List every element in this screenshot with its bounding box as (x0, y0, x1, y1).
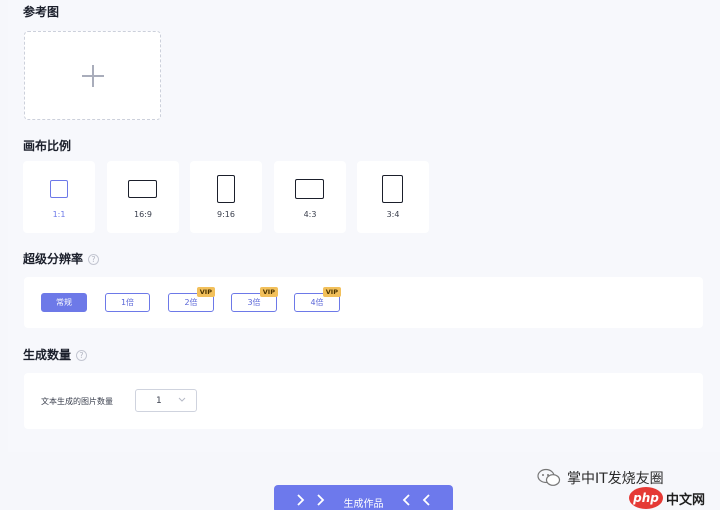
reference-upload-button[interactable] (24, 31, 161, 120)
ratio-label: 4:3 (303, 210, 317, 219)
portrait-icon (217, 175, 235, 203)
watermark-text: 掌中IT发烧友圈 (567, 471, 664, 487)
landscape-icon (295, 179, 324, 199)
ratio-option-4-3[interactable]: 4:3 (274, 161, 346, 233)
vip-badge: VIP (196, 287, 215, 297)
ratio-label: 9:16 (217, 210, 235, 219)
php-mark: php (629, 487, 663, 509)
chevron-left-icon (402, 494, 430, 506)
vip-badge: VIP (259, 287, 278, 297)
ratio-label: 1:1 (52, 210, 66, 219)
resolution-title-text: 超级分辨率 (23, 252, 84, 266)
watermark: 掌中IT发烧友圈 (537, 467, 664, 489)
ratio-title: 画布比例 (23, 139, 72, 153)
resolution-title: 超级分辨率? (23, 250, 100, 267)
count-label: 文本生成的图片数量 (41, 397, 113, 406)
reference-title: 参考图 (23, 5, 60, 19)
resolution-label: 4倍 (310, 298, 324, 307)
count-title: 生成数量? (23, 346, 88, 363)
count-value: 1 (156, 396, 162, 406)
ratio-option-3-4[interactable]: 3:4 (357, 161, 429, 233)
count-panel: 文本生成的图片数量 1 (24, 373, 703, 429)
site-text: 中文网 (666, 492, 706, 508)
generate-button[interactable]: 生成作品 (274, 485, 453, 510)
resolution-label: 1倍 (120, 298, 135, 307)
php-logo: php 中文网 (629, 487, 705, 509)
chevron-down-icon (178, 397, 186, 402)
square-icon (50, 180, 68, 198)
resolution-option-normal[interactable]: 常规 (41, 293, 87, 312)
resolution-label: 2倍 (184, 298, 198, 307)
resolution-label: 常规 (56, 298, 72, 307)
resolution-option-4x[interactable]: 4倍 VIP (294, 287, 341, 312)
ratio-label: 16:9 (134, 210, 152, 219)
question-icon[interactable]: ? (88, 254, 100, 265)
resolution-panel: 常规 1倍 2倍 VIP 3倍 VIP 4倍 VIP (24, 277, 703, 328)
plus-icon (81, 64, 104, 87)
count-select[interactable]: 1 (135, 389, 197, 412)
ratio-option-16-9[interactable]: 16:9 (107, 161, 179, 233)
resolution-option-1x[interactable]: 1倍 (105, 293, 150, 312)
portrait-icon (382, 175, 403, 203)
landscape-icon (128, 180, 157, 198)
ratio-label: 3:4 (386, 210, 400, 219)
wechat-icon (537, 468, 561, 486)
vip-badge: VIP (322, 287, 341, 297)
resolution-option-2x[interactable]: 2倍 VIP (168, 287, 215, 312)
resolution-option-3x[interactable]: 3倍 VIP (231, 287, 278, 312)
ratio-option-9-16[interactable]: 9:16 (190, 161, 262, 233)
question-icon[interactable]: ? (76, 350, 88, 361)
count-title-text: 生成数量 (23, 348, 72, 362)
resolution-label: 3倍 (247, 298, 261, 307)
ratio-option-1-1[interactable]: 1:1 (23, 161, 95, 233)
